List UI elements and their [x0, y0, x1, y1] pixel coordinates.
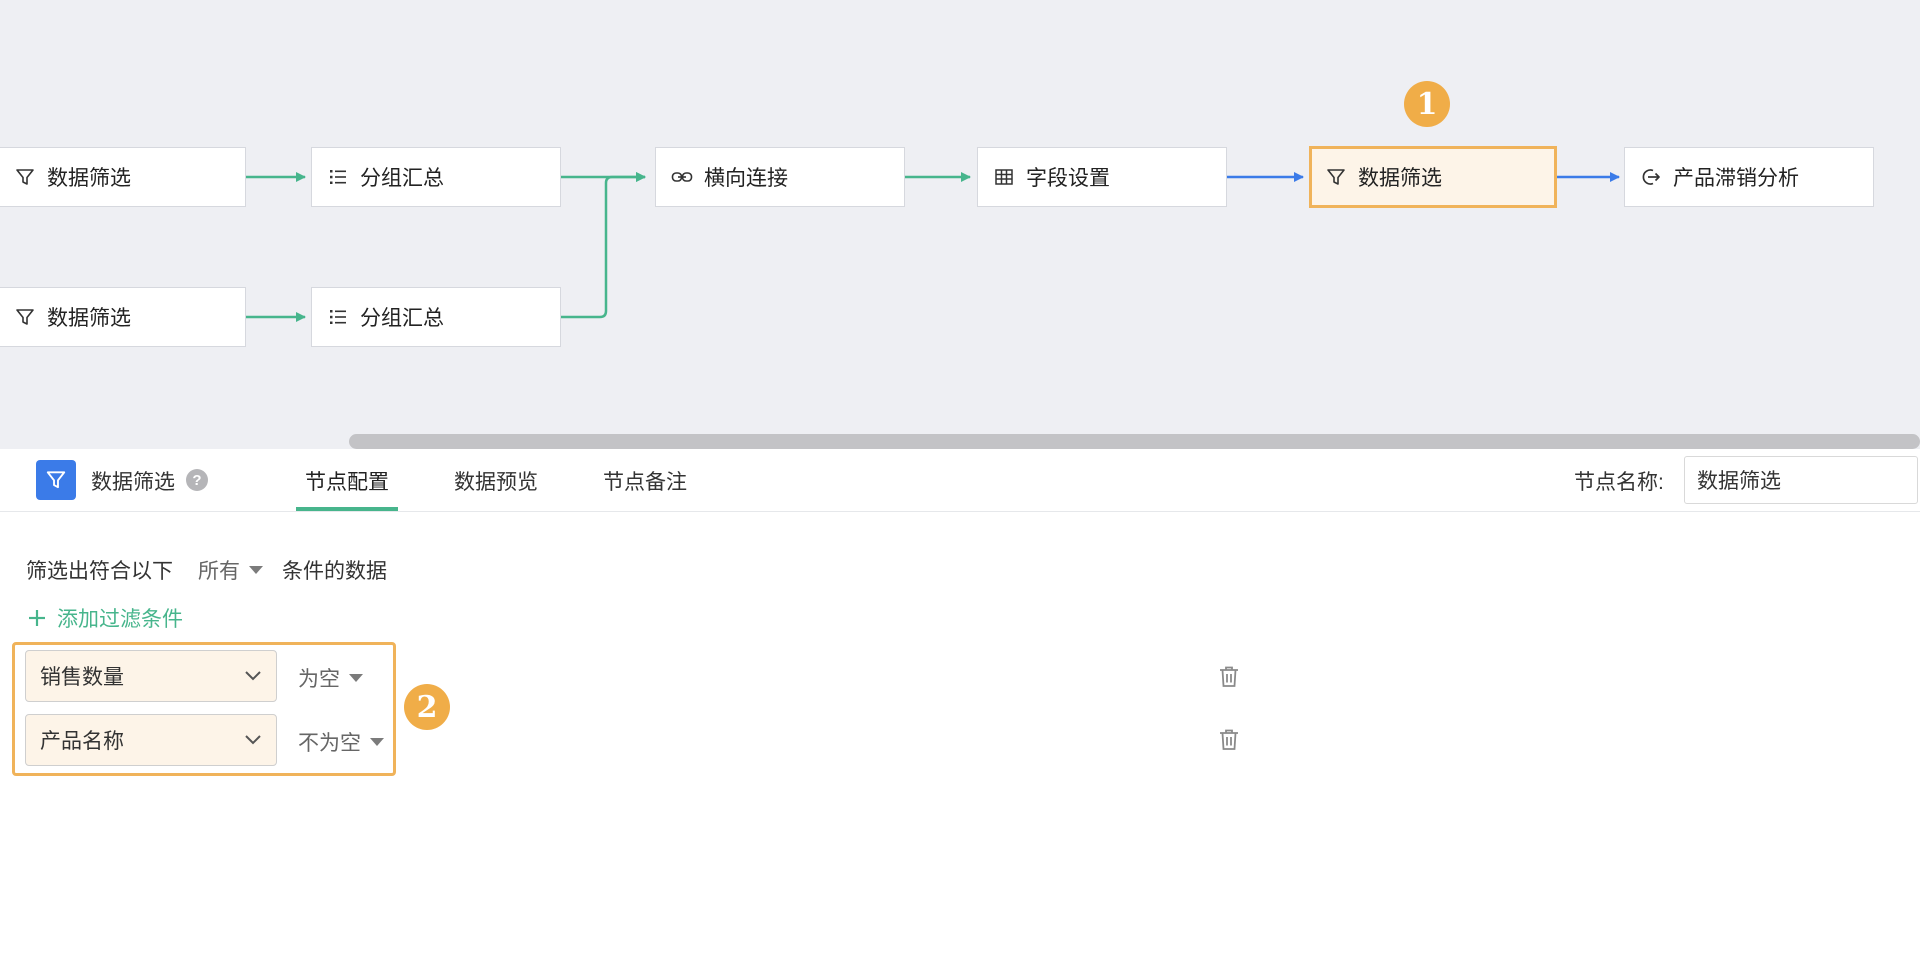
node-data-filter-1[interactable]: 数据筛选 [0, 147, 246, 207]
condition-field-value: 销售数量 [40, 666, 124, 689]
node-data-filter-selected[interactable]: 数据筛选 [1309, 146, 1557, 208]
output-icon [1639, 165, 1663, 189]
link-icon [670, 165, 694, 189]
node-type-icon [36, 460, 76, 500]
condition-operator-select-2[interactable]: 不为空 [298, 727, 384, 757]
filter-icon [13, 305, 37, 329]
flow-edges [246, 172, 1620, 322]
condition-field-select-1[interactable]: 销售数量 [25, 650, 277, 702]
active-tab-indicator [296, 507, 398, 511]
node-group-summary-2[interactable]: 分组汇总 [311, 287, 561, 347]
horizontal-scrollbar[interactable] [349, 434, 1920, 449]
filter-icon [46, 471, 66, 489]
delete-condition-icon-2[interactable] [1218, 728, 1240, 752]
add-filter-condition-button[interactable]: 添加过滤条件 [27, 603, 183, 633]
tab-node-notes[interactable]: 节点备注 [603, 466, 687, 496]
node-name-input[interactable]: 数据筛选 [1684, 456, 1918, 504]
filter-icon [1324, 165, 1348, 189]
caret-down-icon [349, 674, 363, 682]
chevron-down-icon [245, 735, 261, 745]
caret-down-icon [249, 566, 263, 574]
node-group-summary-1[interactable]: 分组汇总 [311, 147, 561, 207]
condition-field-value: 产品名称 [40, 730, 124, 753]
node-label: 产品滞销分析 [1673, 167, 1799, 190]
node-label: 数据筛选 [1358, 167, 1442, 190]
condition-field-select-2[interactable]: 产品名称 [25, 714, 277, 766]
tab-data-preview[interactable]: 数据预览 [454, 466, 538, 496]
step-badge-2: 2 [404, 684, 450, 730]
plus-icon [29, 610, 45, 626]
match-mode-select[interactable]: 所有 [198, 555, 263, 585]
node-label: 数据筛选 [47, 307, 131, 330]
list-icon [326, 165, 350, 189]
delete-condition-icon-1[interactable] [1218, 665, 1240, 689]
match-mode-value: 所有 [198, 560, 240, 583]
node-name-label: 节点名称: [1574, 471, 1664, 494]
filter-icon [13, 165, 37, 189]
node-field-settings[interactable]: 字段设置 [977, 147, 1227, 207]
condition-operator-select-1[interactable]: 为空 [298, 663, 363, 693]
node-output-analysis[interactable]: 产品滞销分析 [1624, 147, 1874, 207]
help-icon[interactable]: ? [186, 469, 208, 491]
node-label: 分组汇总 [360, 307, 444, 330]
panel-title: 数据筛选 [91, 471, 175, 494]
flow-canvas[interactable]: 数据筛选 分组汇总 横向连接 字段设置 数据筛选 产品滞销分析 数据筛选 分组汇… [0, 0, 1920, 449]
condition-operator-value: 不为空 [298, 732, 361, 755]
list-icon [326, 305, 350, 329]
table-icon [992, 165, 1016, 189]
node-data-filter-2[interactable]: 数据筛选 [0, 287, 246, 347]
step-badge-1: 1 [1404, 81, 1450, 127]
chevron-down-icon [245, 671, 261, 681]
node-label: 数据筛选 [47, 167, 131, 190]
filter-prefix-text: 筛选出符合以下 [26, 560, 173, 583]
node-label: 字段设置 [1026, 167, 1110, 190]
tab-node-config[interactable]: 节点配置 [305, 466, 389, 496]
node-horizontal-join[interactable]: 横向连接 [655, 147, 905, 207]
caret-down-icon [370, 738, 384, 746]
edge-groupsum2-join [561, 172, 646, 319]
node-label: 分组汇总 [360, 167, 444, 190]
add-filter-condition-label: 添加过滤条件 [57, 608, 183, 631]
node-label: 横向连接 [704, 167, 788, 190]
condition-operator-value: 为空 [298, 668, 340, 691]
filter-suffix-text: 条件的数据 [282, 560, 387, 583]
